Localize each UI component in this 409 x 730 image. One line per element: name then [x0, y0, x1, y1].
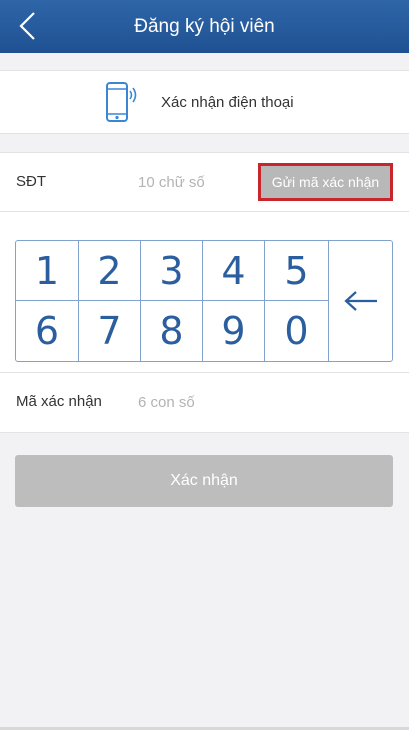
numeric-keypad: 1 2 3 4 5 6 7 8 9 0 [15, 240, 393, 362]
send-code-button[interactable]: Gửi mã xác nhận [258, 163, 393, 201]
keypad-key-3[interactable]: 3 [141, 241, 203, 301]
keypad-key-5[interactable]: 5 [265, 241, 329, 301]
code-input[interactable] [132, 387, 332, 417]
keypad-key-9[interactable]: 9 [203, 301, 265, 361]
code-input-row: Mã xác nhận [0, 372, 409, 433]
keypad-key-1[interactable]: 1 [16, 241, 79, 301]
confirm-button[interactable]: Xác nhận [15, 455, 393, 507]
keypad-key-0[interactable]: 0 [265, 301, 329, 361]
header-bar: Đăng ký hội viên [0, 0, 409, 53]
keypad-key-4[interactable]: 4 [203, 241, 265, 301]
keypad-backspace-button[interactable] [329, 241, 392, 361]
phone-input-row: SĐT Gửi mã xác nhận [0, 152, 409, 212]
phone-verify-row: Xác nhận điện thoại [0, 70, 409, 134]
chevron-left-icon [19, 12, 35, 40]
phone-field-label: SĐT [16, 173, 46, 190]
keypad-key-2[interactable]: 2 [79, 241, 141, 301]
arrow-left-icon [344, 291, 377, 311]
code-field-label: Mã xác nhận [16, 393, 102, 410]
keypad-area: 1 2 3 4 5 6 7 8 9 0 [0, 212, 409, 372]
page-title: Đăng ký hội viên [134, 16, 275, 37]
keypad-key-8[interactable]: 8 [141, 301, 203, 361]
keypad-key-7[interactable]: 7 [79, 301, 141, 361]
back-button[interactable] [10, 7, 46, 45]
smartphone-icon [106, 82, 137, 122]
phone-input[interactable] [132, 167, 252, 197]
phone-verify-label: Xác nhận điện thoại [161, 94, 294, 111]
keypad-key-6[interactable]: 6 [16, 301, 79, 361]
